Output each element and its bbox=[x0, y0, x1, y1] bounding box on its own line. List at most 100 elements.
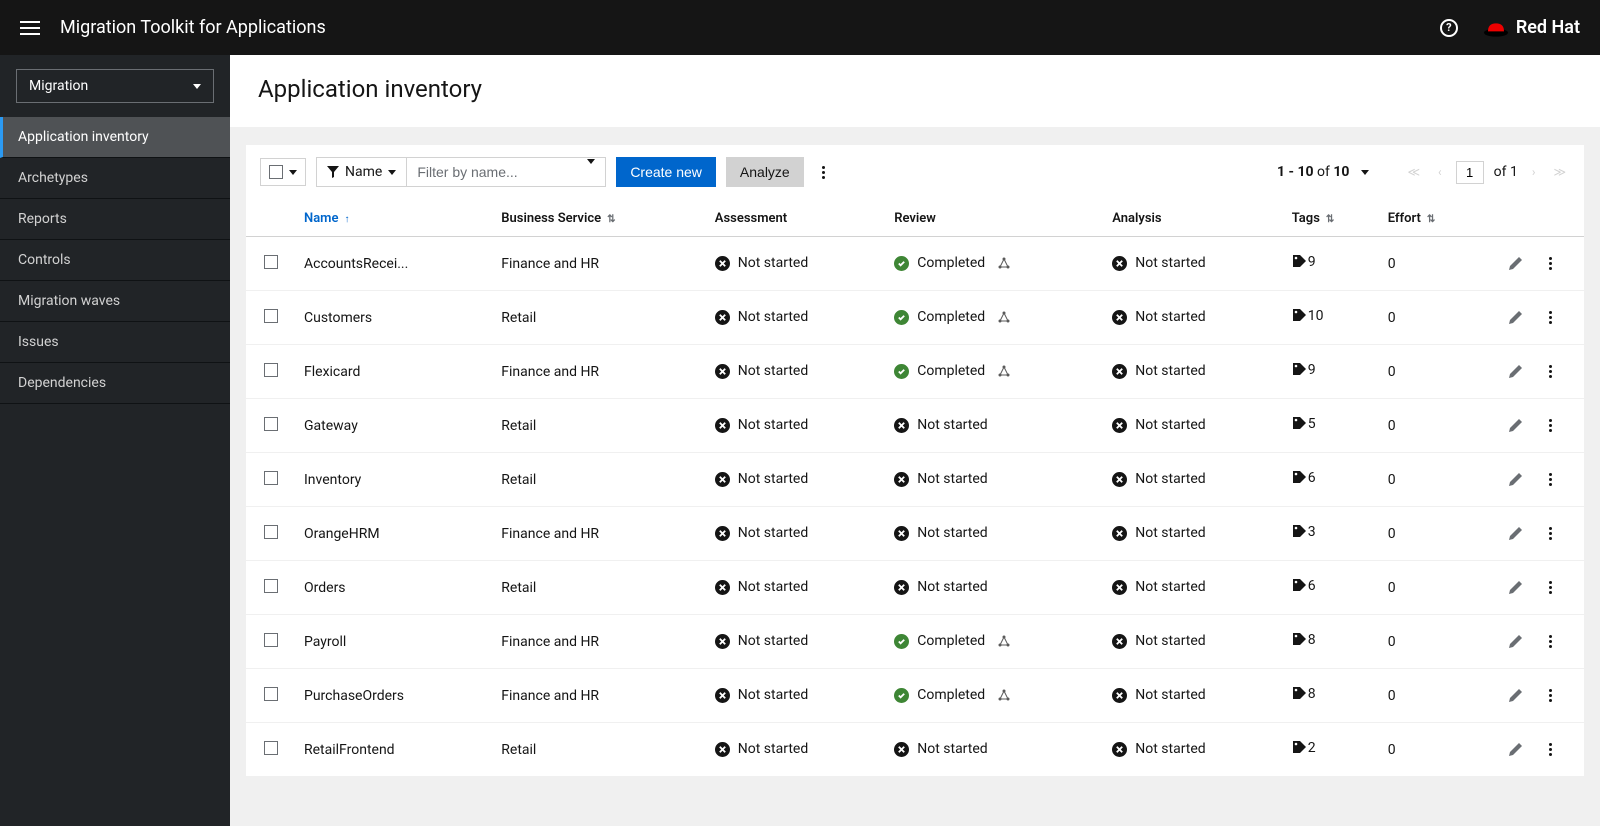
status-label: Completed bbox=[917, 363, 985, 379]
edit-icon[interactable] bbox=[1508, 364, 1523, 379]
status-icon bbox=[715, 526, 730, 541]
edit-icon[interactable] bbox=[1508, 310, 1523, 325]
row-checkbox[interactable] bbox=[264, 309, 278, 323]
status-icon bbox=[1112, 418, 1127, 433]
tags-count: 2 bbox=[1292, 740, 1316, 756]
table-row[interactable]: OrangeHRMFinance and HRNot startedNot st… bbox=[246, 507, 1584, 561]
create-new-button[interactable]: Create new bbox=[616, 157, 716, 187]
business-service: Retail bbox=[493, 291, 707, 345]
row-kebab-icon[interactable] bbox=[1541, 361, 1560, 382]
tag-icon bbox=[1292, 362, 1307, 377]
status-icon bbox=[715, 634, 730, 649]
edit-icon[interactable] bbox=[1508, 742, 1523, 757]
first-page-button[interactable]: ≪ bbox=[1403, 163, 1424, 181]
bulk-select[interactable] bbox=[260, 158, 306, 186]
table-row[interactable]: GatewayRetailNot startedNot startedNot s… bbox=[246, 399, 1584, 453]
status-label: Not started bbox=[738, 309, 808, 325]
edit-icon[interactable] bbox=[1508, 688, 1523, 703]
row-kebab-icon[interactable] bbox=[1541, 307, 1560, 328]
status-icon bbox=[715, 310, 730, 325]
status-icon bbox=[1112, 580, 1127, 595]
inherit-icon bbox=[997, 310, 1011, 324]
col-tags[interactable]: Tags⇅ bbox=[1284, 201, 1380, 237]
edit-icon[interactable] bbox=[1508, 634, 1523, 649]
row-kebab-icon[interactable] bbox=[1541, 577, 1560, 598]
status: Not started bbox=[894, 417, 987, 433]
status: Completed bbox=[894, 255, 1011, 271]
status-label: Not started bbox=[917, 417, 987, 433]
table-row[interactable]: OrdersRetailNot startedNot startedNot st… bbox=[246, 561, 1584, 615]
row-kebab-icon[interactable] bbox=[1541, 523, 1560, 544]
app-name: OrangeHRM bbox=[304, 526, 424, 542]
status-icon bbox=[715, 742, 730, 757]
table-row[interactable]: PayrollFinance and HRNot startedComplete… bbox=[246, 615, 1584, 669]
sidebar-item[interactable]: Application inventory bbox=[0, 117, 230, 158]
col-effort[interactable]: Effort⇅ bbox=[1380, 201, 1484, 237]
per-page-toggle[interactable] bbox=[1361, 170, 1369, 175]
status-label: Completed bbox=[917, 309, 985, 325]
status-label: Not started bbox=[738, 741, 808, 757]
row-checkbox[interactable] bbox=[264, 255, 278, 269]
edit-icon[interactable] bbox=[1508, 526, 1523, 541]
prev-page-button[interactable]: ‹ bbox=[1434, 163, 1446, 181]
last-page-button[interactable]: ≫ bbox=[1549, 163, 1570, 181]
status-icon bbox=[715, 472, 730, 487]
filter-dropdown-toggle[interactable] bbox=[577, 164, 605, 180]
col-business[interactable]: Business Service⇅ bbox=[493, 201, 707, 237]
row-checkbox[interactable] bbox=[264, 525, 278, 539]
row-kebab-icon[interactable] bbox=[1541, 469, 1560, 490]
status-label: Not started bbox=[1135, 525, 1205, 541]
filter-attribute-select[interactable]: Name bbox=[317, 158, 407, 186]
effort: 0 bbox=[1380, 669, 1484, 723]
status: Not started bbox=[1112, 633, 1205, 649]
tags-count: 8 bbox=[1292, 686, 1316, 702]
table-row[interactable]: PurchaseOrdersFinance and HRNot startedC… bbox=[246, 669, 1584, 723]
row-kebab-icon[interactable] bbox=[1541, 685, 1560, 706]
bulk-checkbox[interactable] bbox=[269, 165, 283, 179]
col-name[interactable]: Name↑ bbox=[296, 201, 493, 237]
sidebar-item[interactable]: Controls bbox=[0, 240, 230, 281]
sidebar-item[interactable]: Dependencies bbox=[0, 363, 230, 404]
row-kebab-icon[interactable] bbox=[1541, 631, 1560, 652]
perspective-select[interactable]: Migration bbox=[16, 69, 214, 103]
table-row[interactable]: FlexicardFinance and HRNot startedComple… bbox=[246, 345, 1584, 399]
status-label: Not started bbox=[738, 417, 808, 433]
row-kebab-icon[interactable] bbox=[1541, 739, 1560, 760]
row-kebab-icon[interactable] bbox=[1541, 415, 1560, 436]
tags-count: 9 bbox=[1292, 254, 1316, 270]
toolbar-kebab-icon[interactable] bbox=[814, 162, 833, 183]
row-checkbox[interactable] bbox=[264, 579, 278, 593]
edit-icon[interactable] bbox=[1508, 256, 1523, 271]
row-checkbox[interactable] bbox=[264, 471, 278, 485]
table-row[interactable]: RetailFrontendRetailNot startedNot start… bbox=[246, 723, 1584, 777]
sidebar-item[interactable]: Archetypes bbox=[0, 158, 230, 199]
table-row[interactable]: InventoryRetailNot startedNot startedNot… bbox=[246, 453, 1584, 507]
help-icon[interactable]: ? bbox=[1440, 19, 1458, 37]
edit-icon[interactable] bbox=[1508, 580, 1523, 595]
sidebar-item[interactable]: Issues bbox=[0, 322, 230, 363]
table-row[interactable]: CustomersRetailNot startedCompletedNot s… bbox=[246, 291, 1584, 345]
analyze-button[interactable]: Analyze bbox=[726, 157, 804, 187]
menu-toggle-icon[interactable] bbox=[20, 21, 40, 35]
status-icon bbox=[1112, 310, 1127, 325]
business-service: Finance and HR bbox=[493, 669, 707, 723]
table-row[interactable]: AccountsRecei...Finance and HRNot starte… bbox=[246, 237, 1584, 291]
row-checkbox[interactable] bbox=[264, 363, 278, 377]
sidebar-item[interactable]: Reports bbox=[0, 199, 230, 240]
row-kebab-icon[interactable] bbox=[1541, 253, 1560, 274]
page-input[interactable] bbox=[1456, 161, 1484, 184]
filter-input[interactable] bbox=[407, 158, 577, 186]
status-icon bbox=[715, 688, 730, 703]
sidebar-item[interactable]: Migration waves bbox=[0, 281, 230, 322]
status: Not started bbox=[715, 471, 808, 487]
row-checkbox[interactable] bbox=[264, 741, 278, 755]
filter-icon bbox=[327, 166, 339, 178]
row-checkbox[interactable] bbox=[264, 633, 278, 647]
edit-icon[interactable] bbox=[1508, 418, 1523, 433]
next-page-button[interactable]: › bbox=[1528, 163, 1540, 181]
status-label: Not started bbox=[738, 471, 808, 487]
edit-icon[interactable] bbox=[1508, 472, 1523, 487]
row-checkbox[interactable] bbox=[264, 417, 278, 431]
row-checkbox[interactable] bbox=[264, 687, 278, 701]
app-name: PurchaseOrders bbox=[304, 688, 424, 704]
